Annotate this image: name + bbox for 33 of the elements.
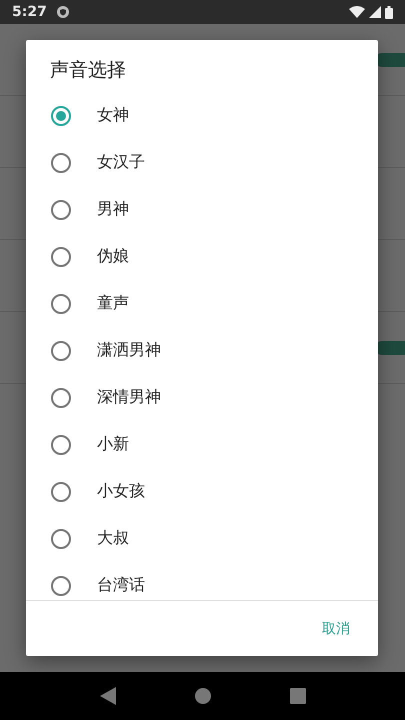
- radio-button[interactable]: [51, 576, 71, 596]
- radio-button[interactable]: [51, 106, 71, 126]
- back-icon[interactable]: [100, 687, 116, 705]
- radio-button[interactable]: [51, 434, 71, 454]
- radio-button[interactable]: [51, 528, 71, 548]
- recents-icon[interactable]: [290, 688, 306, 704]
- home-icon[interactable]: [194, 688, 210, 704]
- option-label[interactable]: 伪娘: [97, 246, 129, 267]
- radio-button[interactable]: [51, 294, 71, 314]
- battery-icon: [385, 6, 393, 18]
- radio-button[interactable]: [51, 340, 71, 360]
- dialog-title: 声音选择: [50, 58, 126, 83]
- toggle-switch[interactable]: [375, 340, 405, 354]
- radio-button[interactable]: [51, 388, 71, 408]
- option-label[interactable]: 潇洒男神: [97, 340, 161, 361]
- option-label[interactable]: 小新: [97, 434, 129, 455]
- option-label[interactable]: 台湾话: [97, 575, 145, 596]
- option-label[interactable]: 小女孩: [97, 481, 145, 502]
- option-label[interactable]: 男神: [97, 199, 129, 220]
- option-label[interactable]: 大叔: [97, 528, 129, 549]
- radio-button[interactable]: [51, 200, 71, 220]
- radio-button[interactable]: [51, 482, 71, 502]
- option-label[interactable]: 童声: [97, 293, 129, 314]
- toggle-switch[interactable]: [375, 52, 405, 66]
- radio-button[interactable]: [51, 152, 71, 172]
- shield-icon: [56, 6, 69, 18]
- wifi-icon: [349, 6, 365, 18]
- radio-button[interactable]: [51, 246, 71, 266]
- option-label[interactable]: 深情男神: [97, 387, 161, 408]
- signal-icon: [369, 6, 381, 18]
- clock-time: 5:27: [12, 4, 47, 20]
- option-label[interactable]: 女神: [97, 105, 129, 126]
- option-label[interactable]: 女汉子: [97, 152, 145, 173]
